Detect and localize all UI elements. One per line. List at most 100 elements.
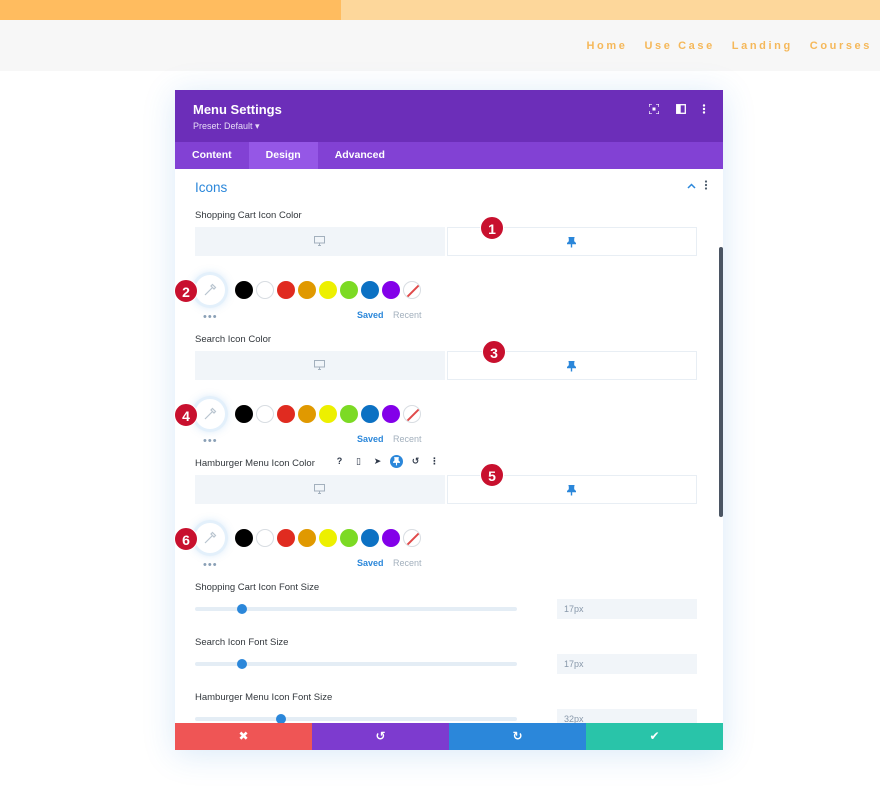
- nav-item-landing[interactable]: Landing: [732, 40, 793, 52]
- hamburger-color-swatches: [195, 523, 495, 553]
- swatch-blue[interactable]: [361, 529, 379, 547]
- more-options-icon[interactable]: [697, 104, 711, 118]
- top-bar-accent: [0, 0, 341, 20]
- eyedropper-icon: [204, 283, 217, 296]
- swatch-yellow[interactable]: [319, 281, 337, 299]
- menu-settings-modal: Menu Settings Preset: Default ▾ Content …: [175, 90, 723, 750]
- saved-colors-tab[interactable]: Saved: [357, 310, 384, 320]
- color-picker-button[interactable]: [195, 523, 225, 553]
- pin-icon: [567, 237, 576, 248]
- swatch-yellow[interactable]: [319, 405, 337, 423]
- swatch-red[interactable]: [277, 405, 295, 423]
- swatch-none[interactable]: [403, 281, 421, 299]
- desktop-tab[interactable]: [195, 227, 445, 256]
- annotation-marker-3: 3: [482, 340, 506, 364]
- swatch-purple[interactable]: [382, 281, 400, 299]
- swatch-purple[interactable]: [382, 529, 400, 547]
- redo-button[interactable]: ↻: [449, 723, 586, 750]
- swatch-orange[interactable]: [298, 529, 316, 547]
- cart-color-device-tabs: [195, 227, 697, 256]
- section-title[interactable]: Icons: [195, 180, 227, 195]
- hamburger-size-slider[interactable]: [195, 714, 517, 723]
- recent-colors-tab[interactable]: Recent: [393, 310, 422, 320]
- top-bar: [0, 0, 880, 20]
- tab-content[interactable]: Content: [175, 142, 249, 169]
- swatch-green[interactable]: [340, 281, 358, 299]
- preset-selector[interactable]: Preset: Default ▾: [193, 121, 260, 132]
- pin-icon: [567, 485, 576, 496]
- swatch-none[interactable]: [403, 405, 421, 423]
- nav-item-use-case[interactable]: Use Case: [644, 40, 714, 52]
- tab-design[interactable]: Design: [248, 142, 318, 169]
- hamburger-color-label: Hamburger Menu Icon Color: [195, 458, 315, 469]
- hamburger-size-input[interactable]: 32px: [557, 709, 697, 723]
- search-size-slider[interactable]: [195, 659, 517, 669]
- annotation-marker-6: 6: [174, 527, 198, 551]
- swatch-black[interactable]: [235, 529, 253, 547]
- desktop-icon: [314, 484, 325, 494]
- slider-thumb[interactable]: [237, 604, 247, 614]
- swatch-green[interactable]: [340, 405, 358, 423]
- swatch-white[interactable]: [256, 529, 274, 547]
- tab-advanced[interactable]: Advanced: [318, 142, 402, 169]
- swatch-orange[interactable]: [298, 405, 316, 423]
- eyedropper-icon: [204, 531, 217, 544]
- swatch-red[interactable]: [277, 281, 295, 299]
- swatch-white[interactable]: [256, 405, 274, 423]
- annotation-marker-2: 2: [174, 279, 198, 303]
- saved-colors-tab[interactable]: Saved: [357, 434, 384, 444]
- chevron-up-icon[interactable]: [687, 181, 696, 192]
- desktop-tab[interactable]: [195, 475, 445, 504]
- more-colors-icon[interactable]: •••: [203, 559, 218, 571]
- field-options-icon[interactable]: ⋮: [428, 455, 441, 468]
- modal-title: Menu Settings: [193, 102, 282, 117]
- swatch-none[interactable]: [403, 529, 421, 547]
- nav-item-courses[interactable]: Courses: [810, 40, 872, 52]
- section-options-icon[interactable]: [704, 180, 708, 193]
- slider-thumb[interactable]: [276, 714, 286, 723]
- swatch-green[interactable]: [340, 529, 358, 547]
- search-size-input[interactable]: 17px: [557, 654, 697, 674]
- cart-color-label: Shopping Cart Icon Color: [195, 210, 302, 221]
- slider-thumb[interactable]: [237, 659, 247, 669]
- hover-cursor-icon[interactable]: ➤: [371, 455, 384, 468]
- swatch-black[interactable]: [235, 405, 253, 423]
- more-colors-icon[interactable]: •••: [203, 311, 218, 323]
- sticky-pin-icon[interactable]: [390, 455, 403, 468]
- undo-button[interactable]: ↺: [312, 723, 449, 750]
- saved-colors-tab[interactable]: Saved: [357, 558, 384, 568]
- swatch-black[interactable]: [235, 281, 253, 299]
- sidebar-toggle-icon[interactable]: [674, 104, 688, 118]
- more-colors-icon[interactable]: •••: [203, 435, 218, 447]
- swatch-blue[interactable]: [361, 405, 379, 423]
- desktop-tab[interactable]: [195, 351, 445, 380]
- expand-icon[interactable]: [647, 103, 661, 118]
- search-size-label: Search Icon Font Size: [195, 637, 289, 648]
- field-action-icons: ? ▯ ➤ ↺ ⋮: [333, 455, 441, 468]
- help-icon[interactable]: ?: [333, 455, 346, 468]
- eyedropper-icon: [204, 407, 217, 420]
- cart-size-input[interactable]: 17px: [557, 599, 697, 619]
- desktop-icon: [314, 236, 325, 246]
- recent-colors-tab[interactable]: Recent: [393, 434, 422, 444]
- settings-tabs: Content Design Advanced: [175, 142, 723, 169]
- recent-colors-tab[interactable]: Recent: [393, 558, 422, 568]
- hamburger-color-device-tabs: [195, 475, 697, 504]
- site-header: Home Use Case Landing Courses: [0, 20, 880, 71]
- reset-icon[interactable]: ↺: [409, 455, 422, 468]
- color-picker-button[interactable]: [195, 399, 225, 429]
- swatch-purple[interactable]: [382, 405, 400, 423]
- cancel-button[interactable]: ✖: [175, 723, 312, 750]
- swatch-red[interactable]: [277, 529, 295, 547]
- save-button[interactable]: ✔: [586, 723, 723, 750]
- swatch-yellow[interactable]: [319, 529, 337, 547]
- scrollbar[interactable]: [719, 247, 723, 517]
- swatch-white[interactable]: [256, 281, 274, 299]
- mobile-icon[interactable]: ▯: [352, 455, 365, 468]
- cart-size-slider[interactable]: [195, 604, 517, 614]
- search-color-device-tabs: [195, 351, 697, 380]
- nav-item-home[interactable]: Home: [586, 40, 627, 52]
- color-picker-button[interactable]: [195, 275, 225, 305]
- swatch-blue[interactable]: [361, 281, 379, 299]
- swatch-orange[interactable]: [298, 281, 316, 299]
